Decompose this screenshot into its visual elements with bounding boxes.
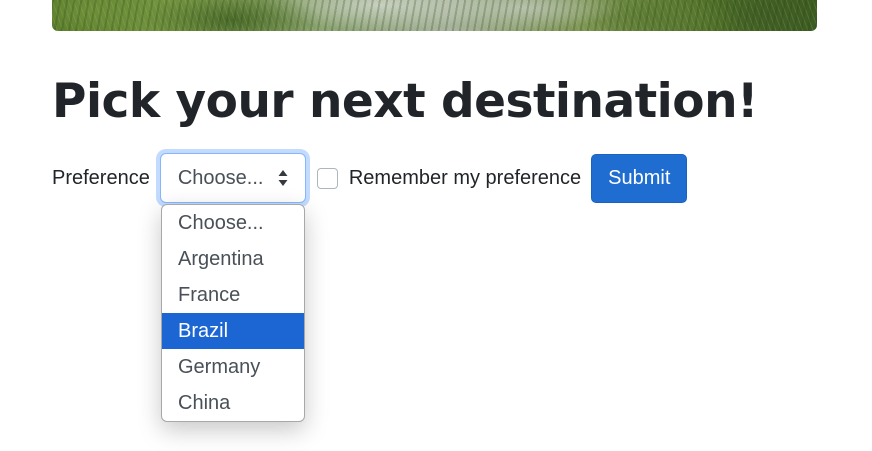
remember-checkbox[interactable] bbox=[316, 167, 338, 189]
destination-dropdown-list: Choose... Argentina France Brazil German… bbox=[161, 204, 305, 422]
preference-form: Preference Choose... Remember my prefere… bbox=[52, 153, 688, 203]
option-brazil[interactable]: Brazil bbox=[162, 313, 304, 349]
page: Pick your next destination! Preference C… bbox=[0, 0, 872, 451]
submit-button[interactable]: Submit bbox=[591, 153, 688, 203]
option-france[interactable]: France bbox=[162, 277, 304, 313]
option-choose[interactable]: Choose... bbox=[162, 205, 304, 241]
option-china[interactable]: China bbox=[162, 385, 304, 421]
remember-label[interactable]: Remember my preference bbox=[349, 167, 581, 190]
preference-label: Preference bbox=[52, 166, 150, 189]
updown-chevron-icon bbox=[278, 170, 288, 186]
select-value: Choose... bbox=[177, 166, 264, 189]
destination-select[interactable]: Choose... bbox=[159, 153, 306, 203]
option-germany[interactable]: Germany bbox=[162, 349, 304, 385]
hero-image bbox=[52, 0, 817, 31]
page-title: Pick your next destination! bbox=[52, 74, 758, 129]
option-argentina[interactable]: Argentina bbox=[162, 241, 304, 277]
